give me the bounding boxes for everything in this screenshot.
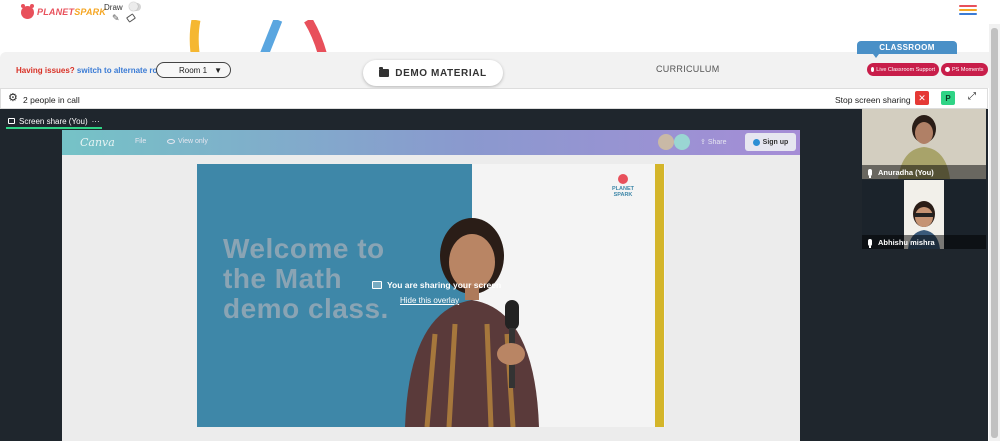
more-options-icon[interactable]: ···: [92, 117, 100, 126]
ps-moments-button[interactable]: PS Moments: [941, 63, 988, 76]
people-count: 2 people in call: [23, 95, 80, 105]
canva-avatar: [658, 134, 674, 150]
canva-view-only: View only: [167, 138, 208, 145]
logo-mark-icon: [21, 3, 34, 19]
canva-c-icon: [752, 138, 760, 146]
pen-icon[interactable]: ✎: [112, 14, 120, 23]
moments-icon: [945, 67, 950, 72]
eraser-icon[interactable]: [126, 13, 136, 23]
eye-icon: [167, 138, 175, 144]
sharing-overlay-message: You are sharing your screen: [372, 280, 501, 290]
screen-icon: [8, 118, 15, 124]
draw-toggle[interactable]: [129, 2, 141, 11]
scrollbar-thumb[interactable]: [991, 28, 998, 438]
logo-text: PLANETSPARK: [37, 7, 107, 17]
room-select[interactable]: Room 1 ▼: [156, 62, 231, 78]
hamburger-menu-icon[interactable]: [959, 5, 977, 15]
participant-p-button[interactable]: P: [941, 91, 955, 105]
slide-planetspark-logo: PLANET SPARK: [609, 174, 637, 198]
classroom-tab-pointer: [873, 54, 879, 58]
participant-name-bar: Abhishu mishra: [862, 235, 986, 249]
active-tab-indicator: [6, 127, 102, 129]
top-header: PLANETSPARK Draw ✎: [0, 0, 1000, 24]
classroom-tab[interactable]: CLASSROOM: [857, 41, 957, 54]
demo-material-button[interactable]: DEMO MATERIAL: [363, 60, 503, 86]
call-bar: ⚙ 2 people in call Stop screen sharing ✕…: [0, 88, 988, 109]
page-scrollbar[interactable]: [989, 24, 1000, 441]
slide-logo-mark-icon: [618, 174, 628, 184]
canva-file-menu: File: [135, 138, 147, 145]
gear-icon[interactable]: ⚙: [8, 93, 18, 104]
presenter-image: [405, 218, 539, 427]
slide-accent-strip: [655, 164, 664, 427]
mic-icon: [868, 238, 872, 248]
stop-screen-sharing-label[interactable]: Stop screen sharing: [835, 95, 911, 105]
live-classroom-support-button[interactable]: Live Classroom Support: [867, 63, 939, 76]
fullscreen-icon[interactable]: ⤢: [968, 92, 976, 102]
screen-share-tab[interactable]: Screen share (You) ···: [8, 114, 100, 128]
canva-avatar-secondary: [674, 134, 690, 150]
canva-share: ⇪ Share: [700, 139, 727, 146]
canva-signup: Sign up: [745, 133, 796, 151]
issues-notice: Having issues? switch to alternate room: [16, 66, 170, 75]
mic-icon: [868, 168, 872, 178]
canva-logo: Canva: [80, 136, 115, 149]
hide-overlay-link[interactable]: Hide this overlay: [400, 296, 459, 305]
participant-name-bar: Anuradha (You): [862, 165, 986, 179]
curriculum-tab[interactable]: CURRICULUM: [656, 64, 720, 74]
stop-sharing-button[interactable]: ✕: [915, 91, 929, 105]
planetspark-logo[interactable]: PLANETSPARK: [21, 3, 107, 20]
draw-label: Draw: [104, 3, 123, 12]
participant-tile[interactable]: Abhishu mishra: [862, 180, 986, 249]
folder-icon: [379, 67, 390, 77]
screen-share-icon: [372, 281, 382, 289]
support-icon: [871, 67, 875, 72]
slide-title: Welcome to the Math demo class.: [223, 233, 389, 324]
caret-down-icon: ▼: [214, 66, 222, 75]
participant-tile[interactable]: Anuradha (You): [862, 109, 986, 179]
